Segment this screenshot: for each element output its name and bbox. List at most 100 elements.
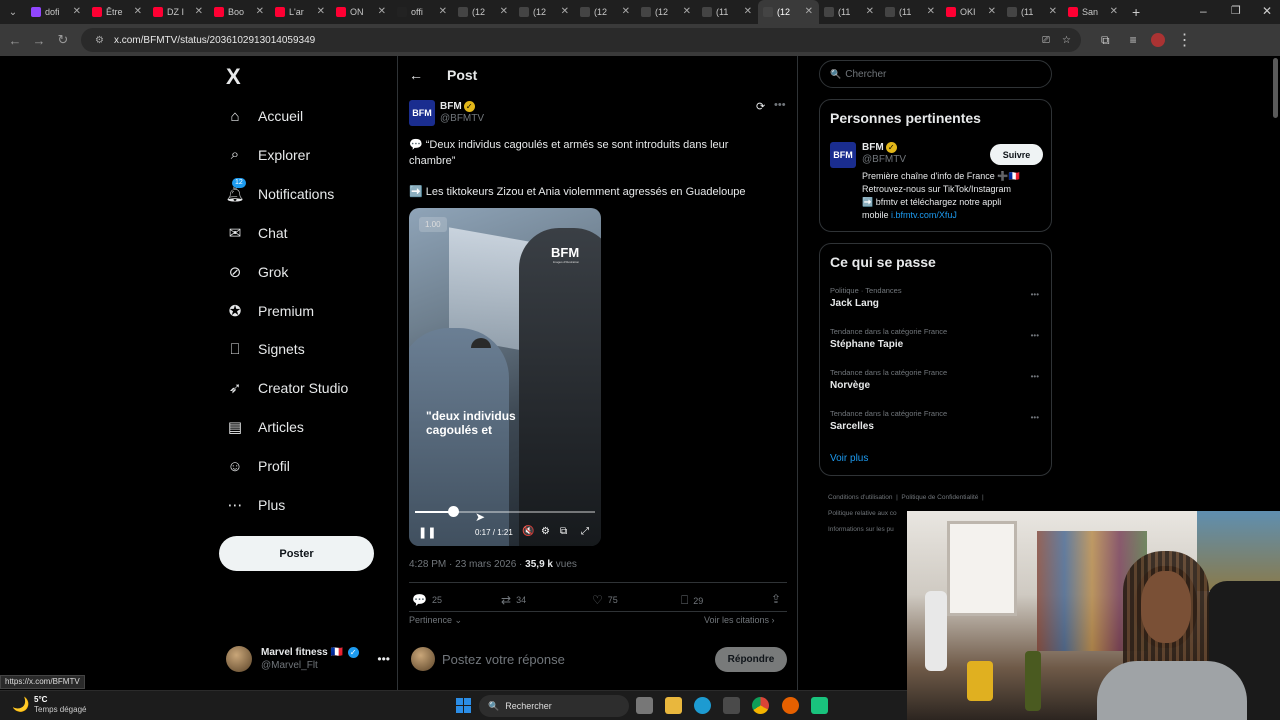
browser-tab[interactable]: offi ✕ [392,0,453,24]
scrollbar[interactable] [1273,58,1278,118]
repost-button[interactable]: ⇄ 34 [501,593,526,607]
browser-tab[interactable]: DZ I ✕ [148,0,209,24]
close-tab-icon[interactable]: ✕ [927,6,935,17]
person-handle[interactable]: @BFMTV [862,154,906,166]
trend-item[interactable]: Tendance dans la catégorie France Norvège… [820,364,1051,405]
forward-icon[interactable]: → [27,33,51,48]
author-name[interactable]: BFM [440,101,462,112]
follow-button[interactable]: Suivre [990,144,1043,165]
back-arrow-icon[interactable]: ← [409,67,423,83]
sort-dropdown[interactable]: Pertinence ⌄ [409,615,462,626]
browser-tab[interactable]: (12 ✕ [575,0,636,24]
view-quotes-link[interactable]: Voir les citations › [704,615,775,625]
url-field[interactable]: ⚙ x.com/BFMTV/status/2036102913014059349… [81,28,1081,52]
firefox-icon[interactable] [782,697,799,714]
tab-list-chevron-icon[interactable]: ⌄ [0,7,26,18]
mute-icon[interactable]: 🔇 [522,526,534,537]
nav-item-premium[interactable]: ✪ Premium [226,295,314,327]
browser-tab[interactable]: (12 ✕ [514,0,575,24]
close-tab-icon[interactable]: ✕ [439,6,447,17]
close-tab-icon[interactable]: ✕ [622,6,630,17]
close-tab-icon[interactable]: ✕ [988,6,996,17]
browser-tab[interactable]: L'ar ✕ [270,0,331,24]
post-timestamp[interactable]: 4:28 PM · 23 mars 2026 · [409,559,525,570]
edge-icon[interactable] [694,697,711,714]
video-progress-thumb[interactable] [447,506,459,517]
video-player[interactable]: 1.00 BFM Images d'illustration "deux ind… [409,208,601,546]
chrome-icon[interactable] [752,697,769,714]
browser-tab[interactable]: OKI ✕ [941,0,1002,24]
nav-item-explorer[interactable]: ⌕ Explorer [226,139,310,171]
close-tab-icon[interactable]: ✕ [378,6,386,17]
settings-icon[interactable]: ⚙ [541,526,550,537]
install-app-icon[interactable]: ⎚ [1042,35,1050,46]
close-tab-icon[interactable]: ✕ [500,6,508,17]
share-icon[interactable]: ⇪ [771,592,781,606]
trend-item[interactable]: Tendance dans la catégorie France Sarcell… [820,405,1051,446]
browser-tab[interactable]: (12 ✕ [758,0,819,24]
like-button[interactable]: ♡ 75 [592,593,618,607]
browser-tab[interactable]: San ✕ [1063,0,1124,24]
browser-tab[interactable]: (11 ✕ [697,0,758,24]
extensions-icon[interactable]: ⧉ [1101,33,1110,48]
reply-input[interactable]: Postez votre réponse [442,652,565,667]
trend-more-icon[interactable]: ••• [1031,413,1039,422]
browser-tab[interactable]: (11 ✕ [819,0,880,24]
close-tab-icon[interactable]: ✕ [317,6,325,17]
author-avatar[interactable]: BFM [409,100,435,126]
close-tab-icon[interactable]: ✕ [1049,6,1057,17]
close-tab-icon[interactable]: ✕ [866,6,874,17]
close-tab-icon[interactable]: ✕ [561,6,569,17]
store-icon[interactable] [723,697,740,714]
browser-tab[interactable]: Être ✕ [87,0,148,24]
close-tab-icon[interactable]: ✕ [195,6,203,17]
close-tab-icon[interactable]: ✕ [1110,6,1118,17]
nav-item-profil[interactable]: ☺ Profil [226,450,290,482]
minimize-button[interactable]: – [1200,4,1207,18]
trend-item[interactable]: Politique · Tendances Jack Lang ••• [820,282,1051,323]
reading-list-icon[interactable]: ≡ [1130,33,1137,47]
more-icon[interactable]: ••• [377,652,390,666]
nav-item-articles[interactable]: ▤ Articles [226,411,304,443]
nav-item-signets[interactable]: ⎕ Signets [226,333,304,365]
nav-item-plus[interactable]: ⋯ Plus [226,489,286,521]
trend-more-icon[interactable]: ••• [1031,290,1039,299]
nav-item-creator-studio[interactable]: ➶ Creator Studio [226,372,349,404]
reply-button[interactable]: 💬 25 [412,593,442,607]
fullscreen-icon[interactable]: ⤢ [581,526,589,537]
browser-menu-icon[interactable]: ⋮ [1177,30,1193,50]
nav-item-notifications[interactable]: 🔔︎ 12 Notifications [225,177,334,210]
close-tab-icon[interactable]: ✕ [256,6,264,17]
start-icon[interactable] [456,698,471,713]
close-tab-icon[interactable]: ✕ [134,6,142,17]
person-avatar[interactable]: BFM [830,142,856,168]
post-more-icon[interactable]: ••• [774,99,786,111]
browser-tab[interactable]: (11 ✕ [1002,0,1063,24]
footer-terms[interactable]: Conditions d'utilisation [828,494,892,501]
bio-link[interactable]: i.bfmtv.com/XfuJ [891,210,957,220]
profile-avatar-icon[interactable] [1150,33,1165,47]
close-window-button[interactable]: ✕ [1262,4,1272,18]
weather-icon[interactable]: 🌙 [12,696,29,713]
nav-item-chat[interactable]: ✉ Chat [226,217,288,249]
pause-icon[interactable]: ❚❚ [418,526,436,539]
browser-tab[interactable]: (12 ✕ [453,0,514,24]
browser-tab[interactable]: dofi ✕ [26,0,87,24]
file-explorer-icon[interactable] [665,697,682,714]
browser-tab[interactable]: (12 ✕ [636,0,697,24]
taskbar-search[interactable]: 🔍 Rechercher [479,695,629,717]
video-progress-track[interactable] [415,506,595,517]
nav-item-accueil[interactable]: ⌂ Accueil [226,100,303,132]
reply-button-submit[interactable]: Répondre [715,647,787,672]
task-view-icon[interactable] [636,697,653,714]
trend-item[interactable]: Tendance dans la catégorie France Stéphan… [820,323,1051,364]
bookmark-button[interactable]: ⎕ 29 [681,593,703,608]
site-settings-icon[interactable]: ⚙ [95,35,104,46]
close-tab-icon[interactable]: ✕ [805,6,813,17]
trend-more-icon[interactable]: ••• [1031,372,1039,381]
x-logo-icon[interactable]: X [226,64,241,90]
bookmark-star-icon[interactable]: ☆ [1062,35,1071,46]
person-name[interactable]: BFM [862,142,884,153]
post-button[interactable]: Poster [219,536,374,571]
browser-tab[interactable]: Boo ✕ [209,0,270,24]
